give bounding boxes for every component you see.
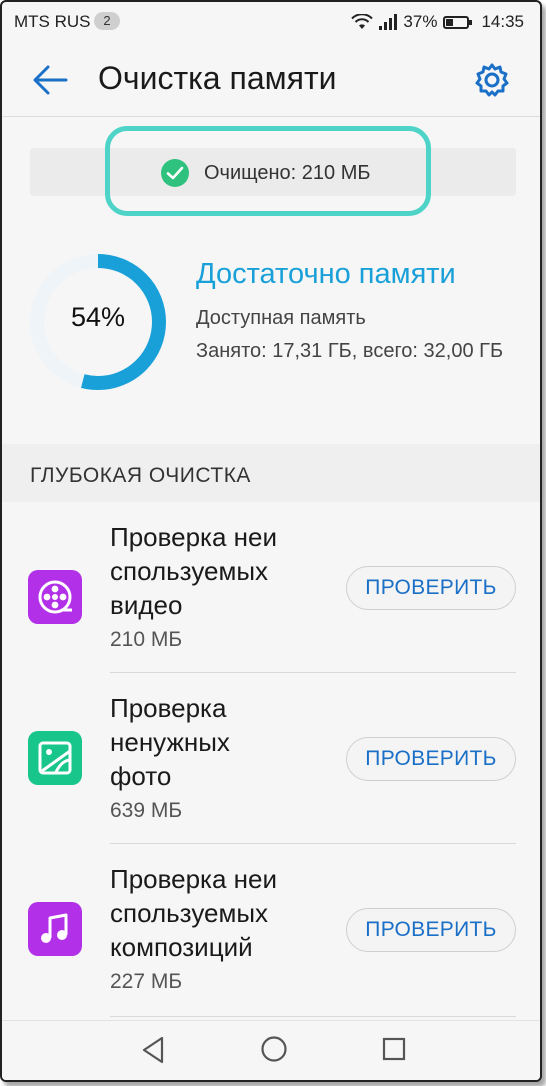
list-item: Проверка неи спользуемых композиций 227 … <box>2 854 540 1024</box>
section-title: ГЛУБОКАЯ ОЧИСТКА <box>30 464 251 487</box>
wifi-icon <box>351 14 374 29</box>
battery-percent: 37% <box>403 12 438 31</box>
signal-icon <box>379 14 398 30</box>
item-title-line: композиций <box>110 932 253 962</box>
item-title-line: видео <box>110 590 183 620</box>
item-title: Проверка неи спользуемых видео <box>110 520 330 622</box>
sim-badge: 2 <box>94 12 120 30</box>
app-bar-divider <box>2 116 540 117</box>
item-title: Проверка неи спользуемых композиций <box>110 862 330 964</box>
memory-available-label: Доступная память <box>196 307 366 329</box>
check-photos-button[interactable]: ПРОВЕРИТЬ <box>346 737 516 781</box>
status-bar: MTS RUS 2 37% 14:35 <box>2 2 540 40</box>
nav-back-icon[interactable] <box>140 1035 166 1065</box>
memory-used-text: Занято: 17,31 ГБ, всего: 32,00 ГБ <box>196 340 504 362</box>
battery-level-fill <box>446 18 454 26</box>
nav-home-icon[interactable] <box>260 1035 288 1063</box>
arrow-left-icon[interactable] <box>30 62 70 98</box>
memory-percent: 54% <box>70 302 126 332</box>
item-title-line: спользуемых <box>110 898 269 928</box>
item-size: 227 МБ <box>110 970 183 993</box>
battery-icon <box>443 15 473 29</box>
memory-status: Достаточно памяти <box>196 258 456 290</box>
music-note-icon <box>28 902 82 956</box>
phone-frame: MTS RUS 2 37% 14:35 Очистка памяти Очище… <box>0 0 542 1082</box>
list-item: Проверка ненужных фото 639 МБ ПРОВЕРИТЬ <box>2 683 540 853</box>
item-divider <box>110 1016 516 1017</box>
status-icons: 37% 14:35 <box>351 12 524 32</box>
item-size: 210 МБ <box>110 628 183 651</box>
highlight-outline <box>105 126 431 216</box>
nav-recent-icon[interactable] <box>382 1037 406 1061</box>
check-videos-button[interactable]: ПРОВЕРИТЬ <box>346 566 516 610</box>
navigation-bar <box>2 1020 540 1080</box>
item-title-line: спользуемых <box>110 556 269 586</box>
video-reel-icon <box>28 570 82 624</box>
item-title-line: Проверка <box>110 693 227 723</box>
page-title: Очистка памяти <box>98 60 337 96</box>
carrier-name: MTS RUS <box>14 12 91 31</box>
item-title: Проверка ненужных фото <box>110 691 330 793</box>
item-title-line: Проверка неи <box>110 522 278 552</box>
item-title-line: фото <box>110 761 172 791</box>
list-item: Проверка неи спользуемых видео 210 МБ ПР… <box>2 512 540 682</box>
item-divider <box>110 672 516 673</box>
app-bar: Очистка памяти <box>2 40 540 118</box>
check-music-button[interactable]: ПРОВЕРИТЬ <box>346 908 516 952</box>
item-title-line: ненужных <box>110 727 230 757</box>
item-title-line: Проверка неи <box>110 864 278 894</box>
gear-icon[interactable] <box>474 62 510 98</box>
photo-icon <box>28 731 82 785</box>
clock: 14:35 <box>481 12 524 31</box>
item-divider <box>110 843 516 844</box>
item-size: 639 МБ <box>110 799 183 822</box>
